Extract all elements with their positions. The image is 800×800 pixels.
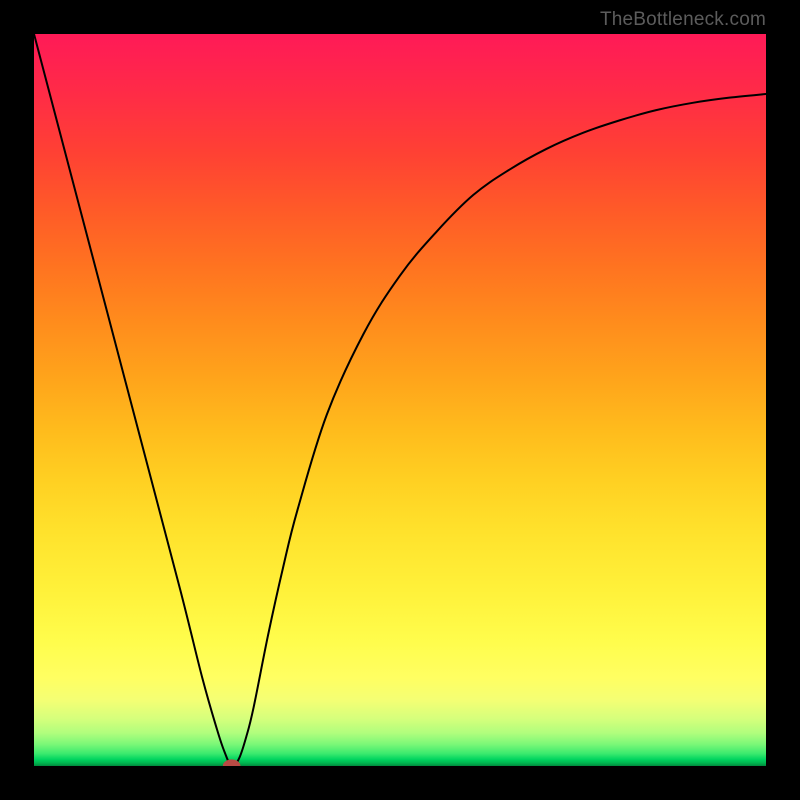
plot-area <box>34 34 766 766</box>
attribution-text: TheBottleneck.com <box>600 9 766 31</box>
chart-frame: TheBottleneck.com <box>0 0 800 800</box>
bottleneck-curve <box>34 34 766 766</box>
chart-svg <box>34 34 766 766</box>
